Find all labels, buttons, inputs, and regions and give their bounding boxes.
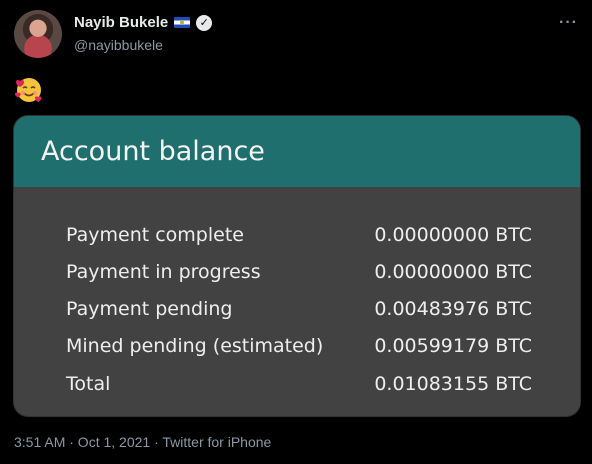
balance-row-label: Payment pending: [66, 298, 233, 321]
balance-row-value: 0.01083155 BTC: [374, 372, 532, 395]
card-title: Account balance: [41, 136, 265, 167]
verified-badge-icon: ✓: [196, 14, 213, 31]
balance-row: Mined pending (estimated) 0.00599179 BTC: [66, 328, 532, 365]
account-balance-image[interactable]: Account balance Payment complete 0.00000…: [14, 116, 580, 416]
card-header: Account balance: [14, 116, 580, 187]
balance-row: Payment pending 0.00483976 BTC: [66, 291, 532, 328]
balance-row-label: Mined pending (estimated): [66, 335, 324, 358]
balance-row-value: 0.00000000 BTC: [374, 223, 532, 246]
author-name[interactable]: Nayib Bukele: [74, 14, 168, 31]
balance-row: Payment in progress 0.00000000 BTC: [66, 253, 532, 290]
balance-row-label: Payment in progress: [66, 260, 261, 283]
author-handle[interactable]: @nayibbukele: [74, 37, 163, 53]
tweet-header: Nayib Bukele ✓ @nayibbukele ···: [14, 10, 580, 60]
tweet-timestamp[interactable]: 3:51 AM · Oct 1, 2021 · Twitter for iPho…: [14, 434, 271, 450]
smiling-face-with-hearts-emoji: [15, 78, 42, 102]
avatar[interactable]: [14, 10, 62, 58]
el-salvador-flag-icon: [174, 17, 191, 28]
balance-row: Payment complete 0.00000000 BTC: [66, 216, 532, 253]
balance-row-value: 0.00599179 BTC: [374, 335, 532, 358]
balance-row-label: Payment complete: [66, 223, 244, 246]
balance-row: Total 0.01083155 BTC: [66, 365, 532, 402]
balance-row-value: 0.00483976 BTC: [374, 298, 532, 321]
balance-row-label: Total: [66, 372, 111, 395]
balance-row-value: 0.00000000 BTC: [374, 260, 532, 283]
more-options-icon[interactable]: ···: [559, 14, 578, 32]
balance-rows: Payment complete 0.00000000 BTC Payment …: [66, 216, 532, 402]
author-name-row[interactable]: Nayib Bukele ✓: [74, 14, 213, 31]
